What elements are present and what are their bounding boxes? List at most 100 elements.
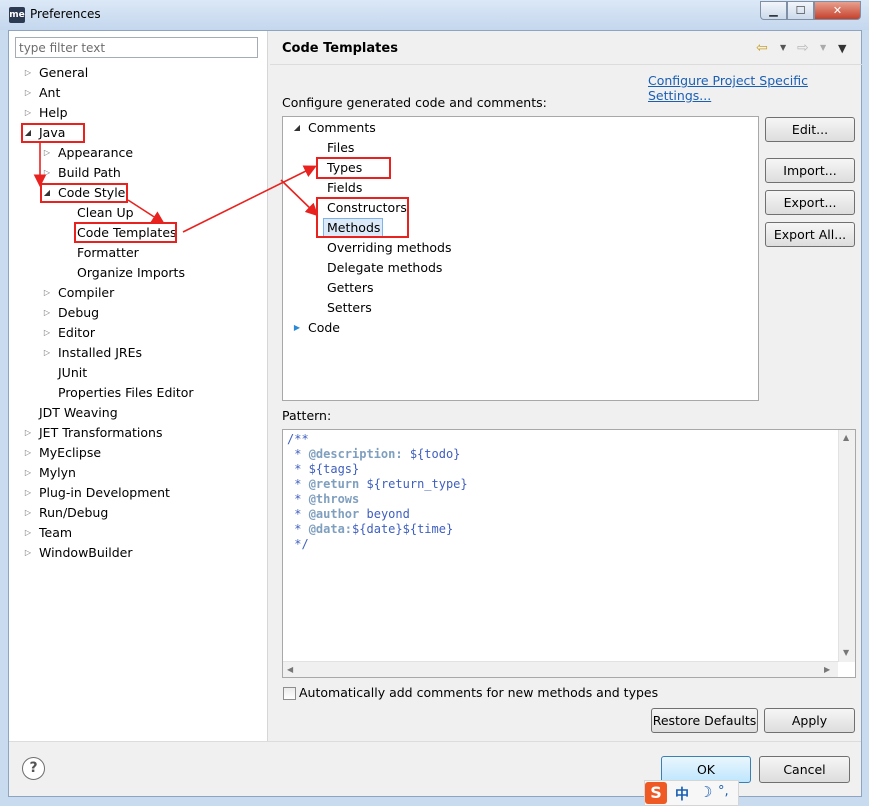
- tree-item-jet-transformations[interactable]: JET Transformations: [39, 423, 163, 443]
- tree-item-myeclipse[interactable]: MyEclipse: [39, 443, 101, 463]
- tree-item-organize-imports[interactable]: Organize Imports: [77, 263, 185, 283]
- tree-item-compiler[interactable]: Compiler: [58, 283, 114, 303]
- expand-arrow-icon[interactable]: ▷: [23, 423, 33, 443]
- import-button[interactable]: Import...: [765, 158, 855, 183]
- export-all-button[interactable]: Export All...: [765, 222, 855, 247]
- apply-button[interactable]: Apply: [764, 708, 855, 733]
- template-item-overriding-methods[interactable]: Overriding methods: [327, 238, 451, 258]
- export-button[interactable]: Export...: [765, 190, 855, 215]
- auto-comments-checkbox[interactable]: [283, 687, 296, 700]
- tree-item-properties-files-editor[interactable]: Properties Files Editor: [58, 383, 194, 403]
- template-item-delegate-methods[interactable]: Delegate methods: [327, 258, 442, 278]
- separator: [9, 741, 861, 742]
- template-item-fields[interactable]: Fields: [327, 178, 362, 198]
- code-line: ${date}${time}: [352, 522, 454, 536]
- tree-item-windowbuilder[interactable]: WindowBuilder: [39, 543, 133, 563]
- tree-item-run-debug[interactable]: Run/Debug: [39, 503, 108, 523]
- tree-item-code-templates[interactable]: Code Templates: [77, 223, 177, 243]
- expand-arrow-icon[interactable]: ▷: [23, 503, 33, 523]
- template-item-setters[interactable]: Setters: [327, 298, 372, 318]
- expand-arrow-icon[interactable]: ▷: [23, 103, 33, 123]
- expand-arrow-icon[interactable]: ▷: [42, 343, 52, 363]
- collapse-arrow-icon[interactable]: ◢: [292, 118, 302, 138]
- expand-arrow-icon[interactable]: ▶: [292, 318, 302, 338]
- tree-item-installed-jres[interactable]: Installed JREs: [58, 343, 142, 363]
- ime-punctuation-icon[interactable]: °,: [718, 784, 729, 799]
- maximize-button[interactable]: ☐: [787, 1, 814, 20]
- pattern-code[interactable]: /** * @description: ${todo} * ${tags} * …: [287, 432, 468, 552]
- tree-item-formatter[interactable]: Formatter: [77, 243, 139, 263]
- collapse-arrow-icon[interactable]: ◢: [42, 183, 52, 203]
- back-arrow-icon[interactable]: ⇦: [756, 40, 768, 56]
- tree-item-java[interactable]: Java: [39, 123, 65, 143]
- scroll-left-icon[interactable]: ◀: [287, 665, 293, 674]
- help-icon[interactable]: ?: [22, 757, 45, 780]
- expand-arrow-icon[interactable]: ▷: [23, 523, 33, 543]
- vertical-scrollbar[interactable]: ▲ ▼: [838, 430, 855, 662]
- configure-project-settings-link[interactable]: Configure Project Specific Settings...: [648, 73, 869, 103]
- title-bar: [0, 0, 869, 30]
- expand-arrow-icon[interactable]: ▷: [42, 143, 52, 163]
- code-line: *: [287, 477, 309, 491]
- tree-item-code-style[interactable]: Code Style: [58, 183, 125, 203]
- minimize-button[interactable]: ▁: [760, 1, 787, 20]
- expand-arrow-icon[interactable]: ▷: [23, 483, 33, 503]
- restore-defaults-button[interactable]: Restore Defaults: [651, 708, 758, 733]
- window-title: Preferences: [30, 7, 101, 21]
- template-item-constructors[interactable]: Constructors: [327, 198, 407, 218]
- tree-item-build-path[interactable]: Build Path: [58, 163, 121, 183]
- tree-item-mylyn[interactable]: Mylyn: [39, 463, 76, 483]
- scroll-up-icon[interactable]: ▲: [843, 433, 849, 442]
- cancel-button[interactable]: Cancel: [759, 756, 850, 783]
- expand-arrow-icon[interactable]: ▷: [23, 63, 33, 83]
- expand-arrow-icon[interactable]: ▷: [42, 323, 52, 343]
- ok-button[interactable]: OK: [661, 756, 751, 783]
- template-item-code[interactable]: Code: [308, 318, 340, 338]
- ime-halfwidth-icon[interactable]: ☽: [699, 783, 712, 801]
- template-item-methods[interactable]: Methods: [327, 218, 380, 238]
- tree-item-editor[interactable]: Editor: [58, 323, 95, 343]
- template-item-types[interactable]: Types: [327, 158, 362, 178]
- tree-item-debug[interactable]: Debug: [58, 303, 99, 323]
- expand-arrow-icon[interactable]: ▷: [23, 543, 33, 563]
- expand-arrow-icon[interactable]: ▷: [23, 443, 33, 463]
- expand-arrow-icon[interactable]: ▷: [23, 83, 33, 103]
- back-dropdown-icon[interactable]: ▼: [780, 43, 786, 52]
- expand-arrow-icon[interactable]: ▷: [42, 163, 52, 183]
- forward-arrow-icon[interactable]: ⇨: [797, 40, 809, 56]
- tree-item-general[interactable]: General: [39, 63, 88, 83]
- auto-comments-label[interactable]: Automatically add comments for new metho…: [299, 685, 658, 700]
- javadoc-tag: @description:: [308, 447, 403, 461]
- expand-arrow-icon[interactable]: ▷: [23, 463, 33, 483]
- ime-chinese-mode-icon[interactable]: 中: [675, 784, 689, 804]
- tree-item-clean-up[interactable]: Clean Up: [77, 203, 134, 223]
- edit-button[interactable]: Edit...: [765, 117, 855, 142]
- expand-arrow-icon[interactable]: ▷: [42, 303, 52, 323]
- view-menu-icon[interactable]: ▼: [838, 42, 846, 55]
- tree-item-jdt-weaving[interactable]: JDT Weaving: [39, 403, 118, 423]
- template-item-files[interactable]: Files: [327, 138, 354, 158]
- template-item-getters[interactable]: Getters: [327, 278, 374, 298]
- collapse-arrow-icon[interactable]: ◢: [23, 123, 33, 143]
- scroll-right-icon[interactable]: ▶: [824, 665, 830, 674]
- pattern-editor[interactable]: /** * @description: ${todo} * ${tags} * …: [282, 429, 856, 678]
- forward-dropdown-icon[interactable]: ▼: [820, 43, 826, 52]
- tree-item-appearance[interactable]: Appearance: [58, 143, 133, 163]
- tree-item-help[interactable]: Help: [39, 103, 68, 123]
- code-line: */: [287, 537, 309, 551]
- tree-item-junit[interactable]: JUnit: [58, 363, 87, 383]
- tree-item-plugin-development[interactable]: Plug-in Development: [39, 483, 170, 503]
- code-line: * ${tags}: [287, 462, 360, 476]
- code-line: *: [287, 447, 309, 461]
- tree-item-team[interactable]: Team: [39, 523, 72, 543]
- javadoc-tag: @author: [308, 507, 360, 521]
- template-item-comments[interactable]: Comments: [308, 118, 376, 138]
- filter-input[interactable]: [15, 37, 258, 58]
- sogou-ime-logo[interactable]: S: [645, 782, 667, 804]
- expand-arrow-icon[interactable]: ▷: [42, 283, 52, 303]
- code-line: beyond: [359, 507, 410, 521]
- tree-item-ant[interactable]: Ant: [39, 83, 60, 103]
- close-button[interactable]: ✕: [814, 1, 861, 20]
- horizontal-scrollbar[interactable]: ◀ ▶: [283, 661, 838, 677]
- scroll-down-icon[interactable]: ▼: [843, 648, 849, 657]
